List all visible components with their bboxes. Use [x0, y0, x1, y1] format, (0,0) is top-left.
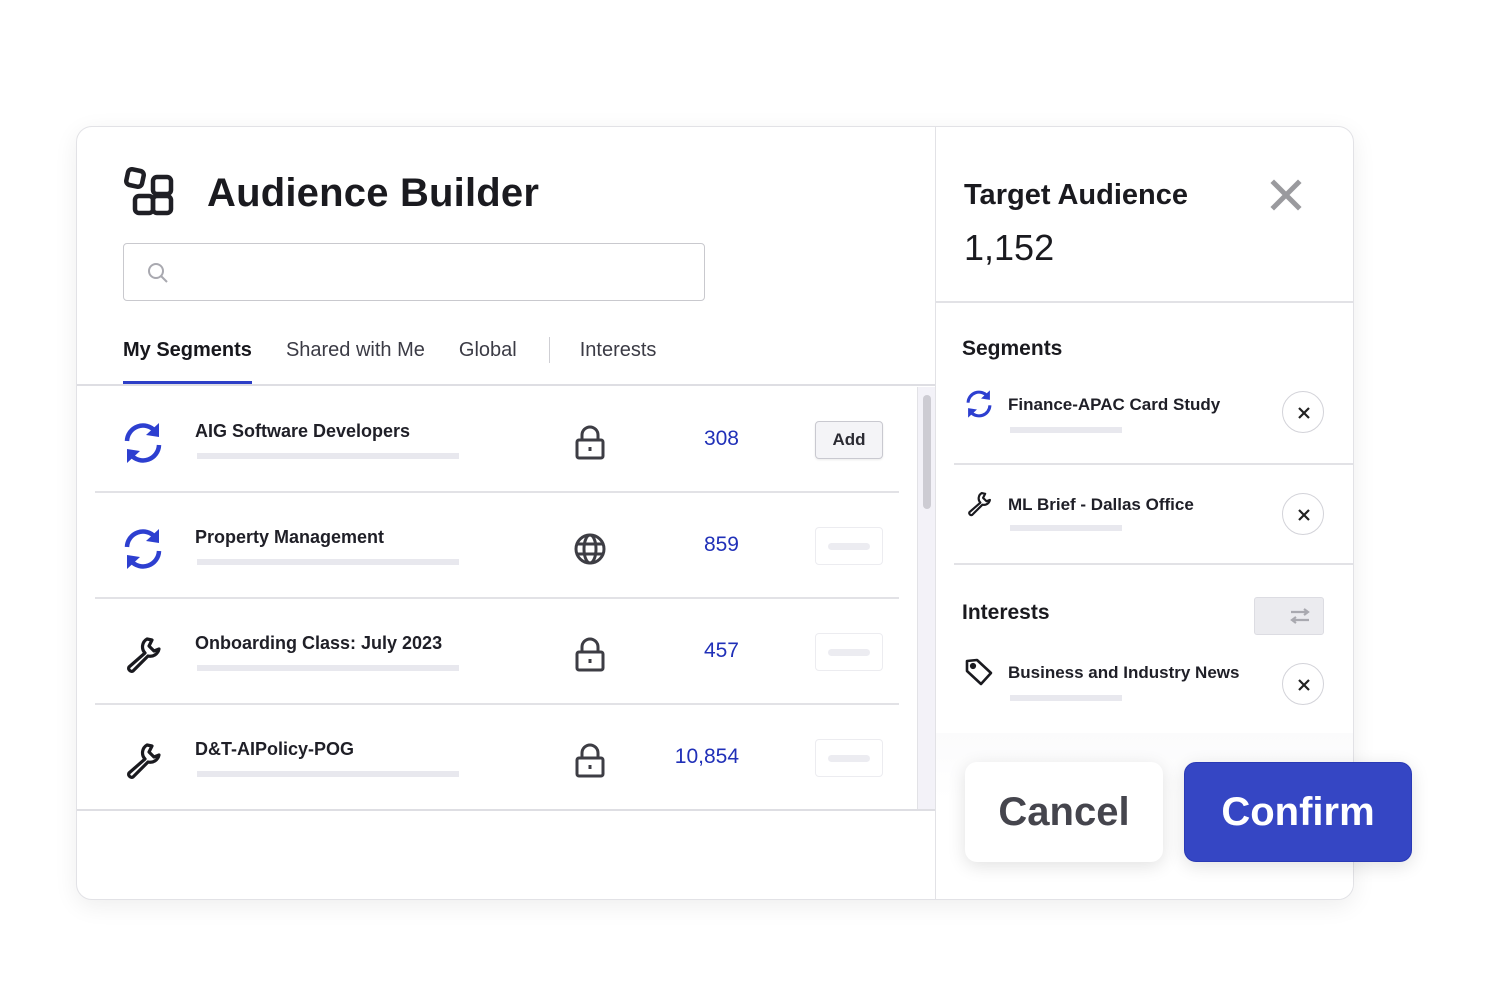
segments-section-title: Segments [962, 337, 1063, 360]
selected-segment: ML Brief - Dallas Office [954, 465, 1353, 565]
sync-icon [124, 529, 162, 569]
target-audience-divider [936, 301, 1353, 303]
search-input[interactable] [180, 252, 680, 292]
tag-icon [965, 658, 993, 686]
segment-name: D&T-AIPolicy-POG [195, 739, 355, 759]
selected-segment-bar [1010, 427, 1122, 433]
interests-section-title: Interests [962, 601, 1050, 624]
swap-toggle-button[interactable] [1254, 597, 1324, 635]
close-icon[interactable] [1268, 177, 1304, 213]
add-segment-button[interactable] [815, 633, 883, 671]
tabs-underline [77, 384, 935, 386]
target-audience-title: Target Audience [964, 179, 1188, 211]
segment-tabs: My Segments Shared with Me Global Intere… [123, 337, 690, 385]
add-segment-button[interactable]: Add [815, 421, 883, 459]
lock-icon [575, 743, 605, 778]
segment-placeholder-bar [197, 559, 459, 565]
segment-count: 308 [703, 427, 739, 450]
add-segment-button[interactable] [815, 527, 883, 565]
segment-count: 10,854 [674, 745, 739, 768]
segment-row: Onboarding Class: July 2023 457 [95, 599, 899, 705]
blocks-icon [124, 167, 174, 216]
wrench-icon [127, 637, 161, 673]
segment-count: 859 [703, 533, 739, 556]
segment-name: Property Management [195, 527, 385, 547]
segment-name: Onboarding Class: July 2023 [195, 633, 443, 653]
segment-placeholder-bar [197, 453, 459, 459]
search-icon [148, 263, 168, 283]
selected-segment-name: ML Brief - Dallas Office [1008, 495, 1194, 514]
lock-icon [575, 425, 605, 460]
remove-segment-button[interactable] [1282, 493, 1324, 535]
x-icon [1298, 679, 1310, 691]
wrench-icon [968, 492, 991, 517]
list-bottom-divider [77, 809, 935, 811]
segment-row: AIG Software Developers 308 Add [95, 387, 899, 493]
scroll-thumb[interactable] [923, 395, 931, 509]
tab-interests[interactable]: Interests [580, 337, 657, 385]
segment-browser-pane: Audience Builder My Segments Shared with… [77, 127, 935, 899]
x-icon [1298, 509, 1310, 521]
selected-interest: Business and Industry News [954, 633, 1353, 735]
remove-segment-button[interactable] [1282, 391, 1324, 433]
segment-name: AIG Software Developers [195, 421, 411, 441]
segment-row: Property Management 859 [95, 493, 899, 599]
segment-row: D&T-AIPolicy-POG 10,854 [95, 705, 899, 809]
lock-icon [575, 637, 605, 672]
remove-interest-button[interactable] [1282, 663, 1324, 705]
selected-interest-bar [1010, 695, 1122, 701]
page-title: Audience Builder [207, 171, 540, 215]
globe-icon [574, 533, 606, 565]
segment-list: AIG Software Developers 308 Add Property… [95, 387, 899, 809]
target-audience-count: 1,152 [964, 227, 1055, 268]
sync-icon [124, 423, 162, 463]
cancel-button[interactable]: Cancel [965, 762, 1163, 862]
tab-global[interactable]: Global [459, 337, 517, 385]
segment-placeholder-bar [197, 771, 459, 777]
selected-segment: Finance-APAC Card Study [954, 365, 1353, 465]
add-segment-button[interactable] [815, 739, 883, 777]
wrench-icon [127, 743, 161, 779]
segment-count: 457 [703, 639, 739, 662]
selected-interest-name: Business and Industry News [1008, 663, 1240, 682]
tab-shared-with-me[interactable]: Shared with Me [286, 337, 425, 385]
swap-arrows-icon [1290, 608, 1310, 624]
x-icon [1298, 407, 1310, 419]
tab-my-segments[interactable]: My Segments [123, 337, 252, 385]
search-field[interactable] [123, 243, 705, 301]
selected-segment-bar [1010, 525, 1122, 531]
confirm-button[interactable]: Confirm [1184, 762, 1412, 862]
segment-list-scrollbar[interactable] [917, 387, 935, 809]
tab-divider [548, 337, 550, 363]
sync-icon [966, 390, 992, 418]
selected-segment-name: Finance-APAC Card Study [1008, 395, 1221, 414]
segment-placeholder-bar [197, 665, 459, 671]
